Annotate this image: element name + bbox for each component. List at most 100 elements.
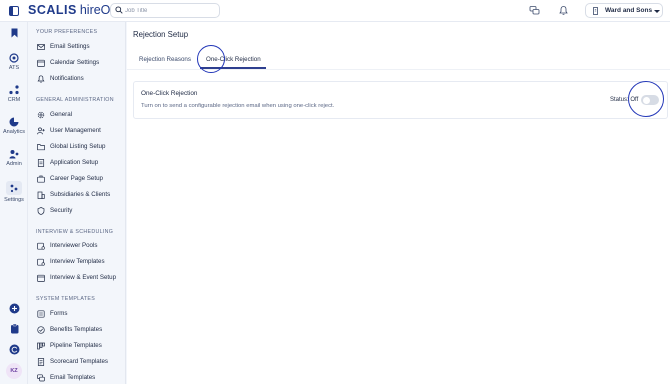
shield-icon: [37, 207, 45, 215]
form-icon: [37, 310, 45, 318]
search-box[interactable]: [110, 3, 220, 18]
rail-label-analytics: Analytics: [2, 129, 25, 135]
chat-icon[interactable]: [529, 5, 540, 16]
menu-item-label: Email Templates: [50, 374, 96, 381]
menu-item-label: Interview & Event Setup: [50, 274, 117, 281]
section-title-interview-scheduling: INTERVIEW & SCHEDULING: [36, 229, 114, 235]
analytics-icon: [9, 117, 19, 127]
menu-item-label: Interview Templates: [50, 258, 105, 265]
menu-item-interview-templates[interactable]: Interview Templates: [37, 257, 125, 268]
rail-clipboard-button[interactable]: [0, 323, 28, 334]
rail-refresh-button[interactable]: [0, 344, 28, 355]
folder-icon: [37, 144, 45, 151]
menu-item-user-management[interactable]: User Management: [37, 126, 125, 137]
menu-item-benefits-templates[interactable]: Benefits Templates: [37, 325, 125, 336]
section-title-general-administration: GENERAL ADMINISTRATION: [36, 97, 114, 103]
menu-item-label: Calendar Settings: [50, 59, 100, 66]
menu-item-scorecard-templates[interactable]: Scorecard Templates: [37, 357, 125, 368]
user-avatar[interactable]: KZ: [6, 363, 22, 379]
tenant-switcher[interactable]: Ward and Sons: [585, 3, 663, 18]
chevron-down-icon: [654, 10, 660, 13]
rail-label-crm: CRM: [7, 97, 21, 103]
rail-item-crm[interactable]: CRM: [0, 85, 28, 103]
menu-item-label: Forms: [50, 310, 68, 317]
add-icon: [9, 303, 19, 314]
rail-item-ats[interactable]: ATS: [0, 53, 28, 71]
scorecard-icon: [37, 358, 45, 366]
tab-one-click-rejection[interactable]: One-Click Rejection: [206, 56, 261, 63]
one-click-rejection-toggle[interactable]: [641, 95, 659, 105]
menu-item-general[interactable]: General: [37, 110, 125, 121]
section-title-system-templates: SYSTEM TEMPLATES: [36, 296, 96, 302]
calendar-user-icon: [37, 242, 45, 250]
app-logo[interactable]: SCALIS hireOS: [28, 3, 119, 17]
menu-item-career-page-setup[interactable]: Career Page Setup: [37, 174, 125, 185]
menu-item-label: Security: [50, 207, 73, 214]
rail-label-ats: ATS: [8, 65, 20, 71]
menu-item-email-settings[interactable]: Email Settings: [37, 42, 125, 53]
rail-label-admin: Admin: [6, 161, 22, 167]
crm-icon: [9, 85, 19, 95]
card-title: One-Click Rejection: [141, 90, 198, 97]
rail-item-admin[interactable]: Admin: [0, 149, 28, 167]
menu-item-label: Benefits Templates: [50, 326, 103, 333]
settings-icon: [6, 181, 22, 195]
calendar-icon: [37, 59, 45, 67]
gear-icon: [37, 111, 45, 119]
pipeline-icon: [37, 342, 45, 350]
top-bar: SCALIShireOS Ward and Sons: [0, 0, 670, 22]
menu-item-label: Email Settings: [50, 43, 90, 50]
menu-item-label: Subsidiaries & Clients: [50, 191, 111, 198]
one-click-rejection-card: One-Click Rejection Turn on to send a co…: [133, 81, 668, 119]
menu-item-label: Pipeline Templates: [50, 342, 102, 349]
admin-icon: [9, 150, 19, 159]
menu-item-security[interactable]: Security: [37, 206, 125, 217]
menu-item-interviewer-pools[interactable]: Interviewer Pools: [37, 241, 125, 252]
rail-item-analytics[interactable]: Analytics: [0, 117, 28, 135]
menu-item-application-setup[interactable]: Application Setup: [37, 158, 125, 169]
calendar-template-icon: [37, 258, 45, 266]
menu-item-label: Application Setup: [50, 159, 99, 166]
building-icon: [593, 7, 598, 15]
tab-rejection-reasons[interactable]: Rejection Reasons: [139, 56, 191, 63]
menu-item-notifications[interactable]: Notifications: [37, 74, 125, 85]
brand-name: SCALIS: [28, 3, 77, 17]
main-content: Rejection Setup Rejection Reasons One-Cl…: [127, 22, 670, 384]
menu-item-forms[interactable]: Forms: [37, 309, 125, 320]
user-add-icon: [37, 127, 45, 135]
menu-item-label: Career Page Setup: [50, 175, 103, 182]
menu-item-label: Interviewer Pools: [50, 242, 98, 249]
menu-item-label: Global Listing Setup: [50, 143, 106, 150]
bell-icon: [37, 75, 45, 83]
search-icon: [115, 6, 123, 14]
rail-item-bookmark[interactable]: [0, 28, 28, 38]
sidebar-toggle-icon[interactable]: [9, 6, 19, 16]
settings-menu: YOUR PREFERENCES Email Settings Calendar…: [28, 22, 126, 384]
bookmark-icon: [11, 28, 17, 38]
mail-icon: [37, 44, 45, 50]
menu-item-email-templates[interactable]: Email Templates: [37, 373, 125, 384]
calendar-icon: [37, 274, 45, 282]
search-input[interactable]: [125, 5, 217, 16]
section-title-preferences: YOUR PREFERENCES: [36, 29, 98, 35]
check-circle-icon: [37, 326, 45, 334]
rail-item-settings[interactable]: Settings: [0, 181, 28, 203]
document-icon: [37, 159, 45, 167]
menu-item-subsidiaries-clients[interactable]: Subsidiaries & Clients: [37, 190, 125, 201]
menu-item-calendar-settings[interactable]: Calendar Settings: [37, 58, 125, 69]
ats-icon: [9, 53, 19, 63]
page-title: Rejection Setup: [133, 30, 189, 39]
menu-item-pipeline-templates[interactable]: Pipeline Templates: [37, 341, 125, 352]
bell-icon[interactable]: [558, 5, 569, 16]
rail-add-button[interactable]: [0, 303, 28, 314]
chat-icon: [37, 374, 45, 382]
menu-item-interview-event-setup[interactable]: Interview & Event Setup: [37, 273, 125, 284]
building-icon: [37, 191, 45, 199]
menu-item-global-listing-setup[interactable]: Global Listing Setup: [37, 142, 125, 153]
card-description: Turn on to send a configurable rejection…: [141, 103, 335, 109]
tenant-name: Ward and Sons: [605, 7, 653, 14]
menu-item-label: General: [50, 111, 73, 118]
refresh-icon: [9, 344, 19, 355]
clipboard-icon: [10, 323, 18, 334]
menu-item-label: Notifications: [50, 75, 84, 82]
